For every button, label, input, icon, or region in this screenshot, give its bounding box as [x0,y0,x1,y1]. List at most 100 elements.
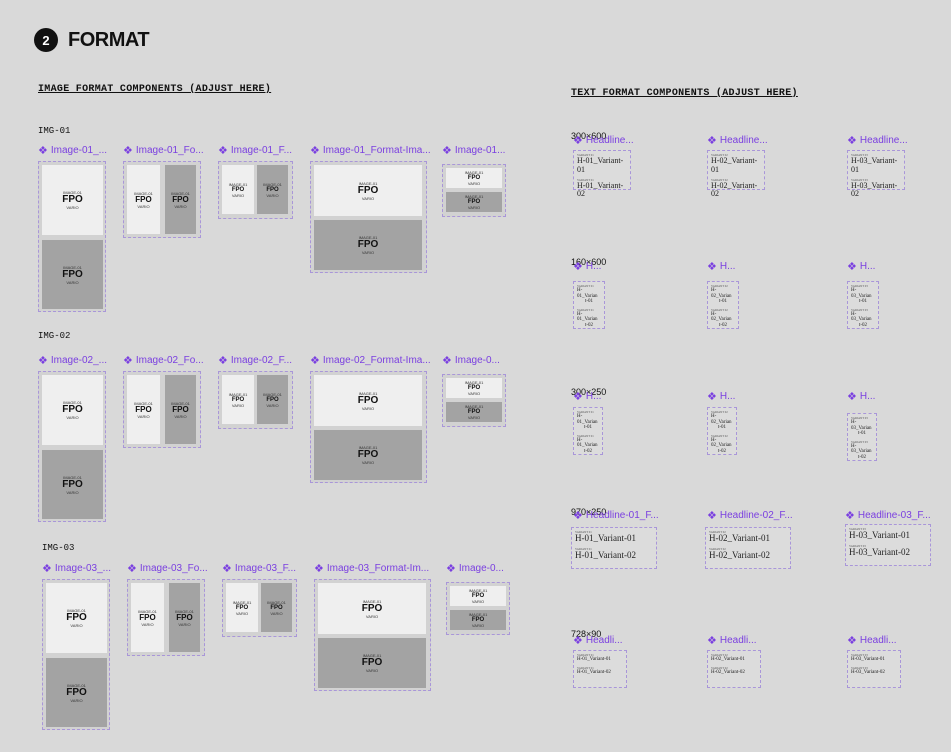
image-format-vertical[interactable]: IMAGE-01 FPO VARIO IMAGE-01 FPO VARIO [38,161,106,312]
component-label-text: Image-01... [454,145,506,156]
component-label[interactable]: ❖ Headli... [847,634,897,647]
component-label-text: Headli... [859,635,897,646]
fpo-main-label: FPO [139,612,156,622]
image-format-small[interactable]: IMAGE-01 FPO VARIO IMAGE-01 FPO VARIO [218,161,293,219]
component-label[interactable]: ❖ Headline... [707,134,768,147]
component-label[interactable]: ❖ Image-02_Format-Ima... [310,354,431,367]
component-label[interactable]: ❖ Image-0... [442,354,500,367]
image-format-tiny-stack[interactable]: IMAGE-01 FPO VARIO IMAGE-01 FPO VARIO [442,164,506,217]
text-format-component[interactable]: VARIANT 03H-03_Variant-01VARIANT 03H-03_… [847,281,879,329]
fpo-bottom-label: VARIO [70,623,83,628]
text-format-component[interactable]: VARIANT 01H-01_Variant-01VARIANT 01H-01_… [573,281,605,329]
component-label[interactable]: ❖ Image-01_Fo... [123,144,204,157]
component-label[interactable]: ❖ Image-03_Format-Im... [314,562,429,575]
component-diamond-icon: ❖ [573,635,583,647]
component-label-text: Headline-03_F... [857,510,931,521]
fpo-placeholder: IMAGE-01 FPO VARIO [127,375,160,444]
fpo-placeholder: IMAGE-01 FPO VARIO [226,583,258,632]
image-format-large-stack[interactable]: IMAGE-01 FPO VARIO IMAGE-01 FPO VARIO [314,579,431,691]
component-label[interactable]: ❖ Image-02_Fo... [123,354,204,367]
component-label[interactable]: ❖ Headline... [573,134,634,147]
component-label-text: Image-02_Fo... [135,355,204,366]
component-label[interactable]: ❖ Headline-02_F... [707,509,793,522]
variant-2-text: H-02_Variant-02 [711,180,758,199]
image-format-large-stack[interactable]: IMAGE-01 FPO VARIO IMAGE-01 FPO VARIO [310,371,427,483]
component-label[interactable]: ❖ Image-0... [446,562,504,575]
image-format-small[interactable]: IMAGE-01 FPO VARIO IMAGE-01 FPO VARIO [218,371,293,429]
component-diamond-icon: ❖ [218,355,228,367]
component-label[interactable]: ❖ Image-01_F... [218,144,292,157]
component-label[interactable]: ❖ Image-03_Fo... [127,562,208,575]
component-diamond-icon: ❖ [442,355,452,367]
component-diamond-icon: ❖ [573,261,583,273]
fpo-main-label: FPO [361,602,383,614]
fpo-bottom-label: VARIO [266,402,279,408]
component-label[interactable]: ❖ H... [847,390,875,403]
fpo-bottom-label: VARIO [467,205,481,210]
component-label-text: Image-03_... [54,563,112,574]
text-format-component[interactable]: VARIANT 01H-01_Variant-01VARIANT 01H-01_… [571,527,657,569]
text-format-component[interactable]: VARIANT 03H-03_Variant-01VARIANT 03H-03_… [845,524,931,566]
image-format-tiny-stack[interactable]: IMAGE-01 FPO VARIO IMAGE-01 FPO VARIO [446,582,510,635]
component-label[interactable]: ❖ H... [707,260,735,273]
component-label[interactable]: ❖ Image-03_... [42,562,111,575]
text-format-component[interactable]: VARIANT 01H-01_Variant-01VARIANT 01H-01_… [573,650,627,688]
component-label[interactable]: ❖ Headline-01_F... [573,509,659,522]
component-label-text: Headli... [719,635,757,646]
image-format-vertical[interactable]: IMAGE-01 FPO VARIO IMAGE-01 FPO VARIO [38,371,106,522]
component-label[interactable]: ❖ Image-01_Format-Ima... [310,144,431,157]
component-label[interactable]: ❖ Headli... [573,634,623,647]
component-label[interactable]: ❖ Image-02_... [38,354,107,367]
component-label[interactable]: ❖ Image-01... [442,144,505,157]
text-format-component[interactable]: VARIANT 02H-02_Variant-01VARIANT 02H-02_… [707,650,761,688]
text-format-component[interactable]: VARIANT 02H-02_Variant-01VARIANT 02H-02_… [707,407,737,455]
fpo-bottom-label: VARIO [471,623,485,628]
variant-2-text: H-01_Variant-02 [575,549,636,560]
component-label[interactable]: ❖ Image-03_F... [222,562,296,575]
text-format-component[interactable]: VARIANT 01H-01_Variant-01VARIANT 01H-01_… [573,150,631,198]
component-label[interactable]: ❖ Headline... [847,134,908,147]
component-diamond-icon: ❖ [127,563,137,575]
component-diamond-icon: ❖ [38,355,48,367]
variant-2-text: H-03_Variant-02 [851,180,898,199]
image-format-side-by-side[interactable]: IMAGE-01 FPO VARIO IMAGE-01 FPO VARIO [123,371,201,448]
text-format-component[interactable]: VARIANT 03H-03_Variant-01VARIANT 03H-03_… [847,150,905,198]
text-format-component[interactable]: VARIANT 02H-02_Variant-01VARIANT 02H-02_… [707,281,739,329]
image-format-small[interactable]: IMAGE-01 FPO VARIO IMAGE-01 FPO VARIO [222,579,297,637]
image-format-side-by-side[interactable]: IMAGE-01 FPO VARIO IMAGE-01 FPO VARIO [123,161,201,238]
text-format-component[interactable]: VARIANT 03H-03_Variant-01VARIANT 03H-03_… [847,413,877,461]
fpo-placeholder: IMAGE-01 FPO VARIO [46,583,107,653]
fpo-placeholder: IMAGE-01 FPO VARIO [446,168,502,188]
component-label[interactable]: ❖ H... [847,260,875,273]
image-format-tiny-stack[interactable]: IMAGE-01 FPO VARIO IMAGE-01 FPO VARIO [442,374,506,427]
image-format-vertical[interactable]: IMAGE-01 FPO VARIO IMAGE-01 FPO VARIO [42,579,110,730]
image-format-side-by-side[interactable]: IMAGE-01 FPO VARIO IMAGE-01 FPO VARIO [127,579,205,656]
variant-2-line1: H-03_Varian [851,443,872,455]
component-label[interactable]: ❖ H... [573,260,601,273]
component-label[interactable]: ❖ Image-02_F... [218,354,292,367]
fpo-main-label: FPO [62,478,83,490]
image-format-large-stack[interactable]: IMAGE-01 FPO VARIO IMAGE-01 FPO VARIO [310,161,427,273]
component-label[interactable]: ❖ Image-01_... [38,144,107,157]
fpo-bottom-label: VARIO [137,203,150,209]
component-label[interactable]: ❖ Headline-03_F... [845,509,931,522]
component-label[interactable]: ❖ H... [707,390,735,403]
text-format-component[interactable]: VARIANT 03H-03_Variant-01VARIANT 03H-03_… [847,650,901,688]
fpo-bottom-label: VARIO [174,203,187,209]
component-label[interactable]: ❖ Headli... [707,634,757,647]
fpo-main-label: FPO [357,239,379,250]
text-format-component[interactable]: VARIANT 02H-02_Variant-01VARIANT 02H-02_… [707,150,765,198]
fpo-placeholder: IMAGE-01 FPO VARIO [222,375,254,424]
fpo-bottom-label: VARIO [365,668,379,673]
fpo-main-label: FPO [357,184,379,196]
fpo-bottom-label: VARIO [66,415,79,420]
text-format-component[interactable]: VARIANT 01H-01_Variant-01VARIANT 01H-01_… [573,407,603,455]
fpo-bottom-label: VARIO [365,613,379,619]
text-format-component[interactable]: VARIANT 02H-02_Variant-01VARIANT 02H-02_… [705,527,791,569]
component-label[interactable]: ❖ H... [573,390,601,403]
variant-2-text: H-02_Variant-02 [711,669,745,675]
fpo-bottom-label: VARIO [467,415,481,420]
fpo-placeholder: IMAGE-01 FPO VARIO [446,402,502,422]
fpo-main-label: FPO [62,268,83,280]
component-diamond-icon: ❖ [845,510,855,522]
